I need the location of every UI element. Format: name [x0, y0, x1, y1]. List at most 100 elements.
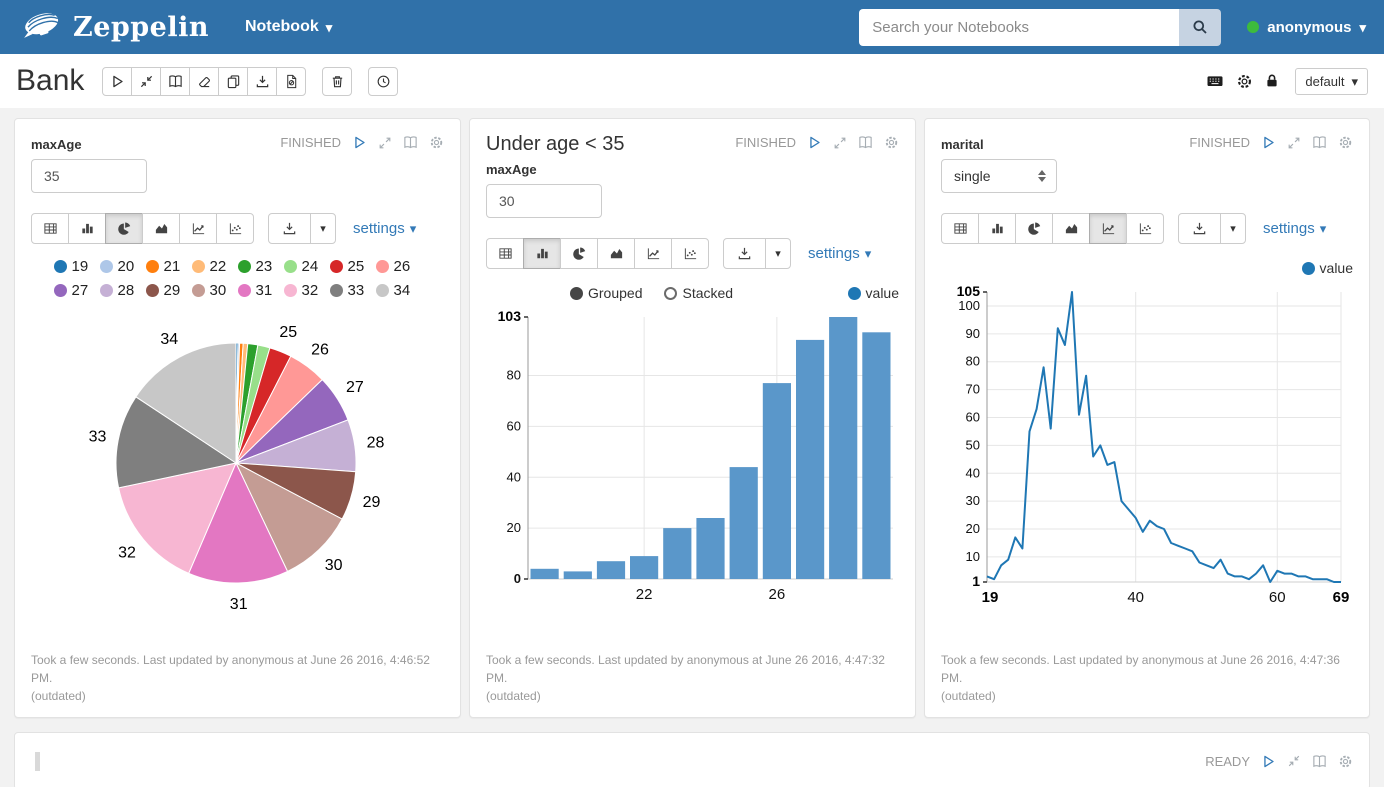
book-icon[interactable] — [403, 135, 418, 150]
legend-item-value[interactable]: value — [848, 285, 899, 301]
run-paragraph-button[interactable] — [352, 135, 367, 150]
run-all-button[interactable] — [102, 67, 132, 96]
chart-type-scatter-button[interactable] — [1126, 213, 1164, 244]
paragraph-empty-editor[interactable]: READY — [14, 732, 1370, 787]
chart-type-pie-button[interactable] — [105, 213, 143, 244]
maxage-input[interactable] — [486, 184, 602, 218]
legend-item-23[interactable]: 23 — [238, 258, 284, 275]
chart-type-line-button[interactable] — [634, 238, 672, 269]
download-button[interactable] — [723, 238, 766, 269]
maxage-input[interactable] — [31, 159, 147, 193]
legend-item-31[interactable]: 31 — [238, 282, 284, 299]
fullscreen-icon[interactable] — [378, 136, 392, 150]
gear-icon[interactable] — [884, 135, 899, 150]
chart-type-bar-button[interactable] — [978, 213, 1016, 244]
legend-item-22[interactable]: 22 — [192, 258, 238, 275]
download-caret-button[interactable]: ▾ — [1220, 213, 1246, 244]
legend-item-27[interactable]: 27 — [54, 282, 100, 299]
chart-type-line-button[interactable] — [1089, 213, 1127, 244]
chart-type-table-button[interactable] — [941, 213, 979, 244]
chart-type-table-button[interactable] — [31, 213, 69, 244]
chart-type-table-button[interactable] — [486, 238, 524, 269]
bar-27[interactable] — [796, 340, 824, 579]
stacked-radio[interactable]: Stacked — [664, 285, 733, 301]
bar-22[interactable] — [630, 556, 658, 579]
gear-icon[interactable] — [1338, 754, 1353, 769]
gear-icon[interactable] — [429, 135, 444, 150]
show-hide-code-button[interactable] — [160, 67, 190, 96]
download-button[interactable] — [1178, 213, 1221, 244]
bar-23[interactable] — [663, 528, 691, 579]
caret-down-icon: ▾ — [865, 247, 872, 260]
legend-item-30[interactable]: 30 — [192, 282, 238, 299]
bar-25[interactable] — [730, 467, 758, 579]
bar-21[interactable] — [597, 561, 625, 579]
download-caret-button[interactable]: ▾ — [310, 213, 336, 244]
chart-type-pie-button[interactable] — [560, 238, 598, 269]
chart-type-scatter-button[interactable] — [671, 238, 709, 269]
book-icon[interactable] — [1312, 754, 1327, 769]
book-icon[interactable] — [1312, 135, 1327, 150]
settings-toggle[interactable]: settings ▾ — [1263, 220, 1326, 237]
collapse-paragraphs-button[interactable] — [131, 67, 161, 96]
clone-note-button[interactable] — [218, 67, 248, 96]
bar-24[interactable] — [696, 518, 724, 579]
chart-type-scatter-button[interactable] — [216, 213, 254, 244]
settings-toggle[interactable]: settings ▾ — [353, 220, 416, 237]
download-caret-button[interactable]: ▾ — [765, 238, 791, 269]
search-button[interactable] — [1179, 9, 1221, 46]
remove-note-button[interactable] — [322, 67, 352, 96]
fullscreen-icon[interactable] — [1287, 136, 1301, 150]
version-control-button[interactable] — [276, 67, 306, 96]
legend-item-20[interactable]: 20 — [100, 258, 146, 275]
legend-item-34[interactable]: 34 — [376, 282, 422, 299]
pie-legend: 1920212223242526 2728293031323334 — [31, 258, 444, 299]
bar-28[interactable] — [829, 317, 857, 579]
bar-29[interactable] — [862, 332, 890, 579]
zeppelin-home-link[interactable]: Zeppelin — [18, 11, 209, 43]
shortcuts-keyboard-icon[interactable] — [1205, 73, 1225, 89]
user-menu[interactable]: anonymous ▾ — [1247, 19, 1366, 36]
chart-type-bar-button[interactable] — [68, 213, 106, 244]
marital-select[interactable]: single — [941, 159, 1057, 193]
interpreter-gear-icon[interactable] — [1236, 73, 1253, 90]
legend-item-32[interactable]: 32 — [284, 282, 330, 299]
bar-20[interactable] — [564, 571, 592, 579]
chart-type-area-button[interactable] — [597, 238, 635, 269]
legend-item-29[interactable]: 29 — [146, 282, 192, 299]
bar-26[interactable] — [763, 383, 791, 579]
legend-item-21[interactable]: 21 — [146, 258, 192, 275]
fullscreen-icon[interactable] — [833, 136, 847, 150]
legend-item-value[interactable]: value — [1302, 260, 1353, 276]
chart-type-area-button[interactable] — [142, 213, 180, 244]
menu-notebook[interactable]: Notebook ▾ — [245, 18, 332, 36]
legend-item-19[interactable]: 19 — [54, 258, 100, 275]
export-note-button[interactable] — [247, 67, 277, 96]
schedule-note-button[interactable] — [368, 67, 398, 96]
run-paragraph-button[interactable] — [807, 135, 822, 150]
gear-icon[interactable] — [1338, 135, 1353, 150]
chart-type-pie-button[interactable] — [1015, 213, 1053, 244]
legend-item-33[interactable]: 33 — [330, 282, 376, 299]
chart-type-bar-button[interactable] — [523, 238, 561, 269]
run-paragraph-button[interactable] — [1261, 754, 1276, 769]
chart-type-line-button[interactable] — [179, 213, 217, 244]
legend-item-28[interactable]: 28 — [100, 282, 146, 299]
chart-type-area-button[interactable] — [1052, 213, 1090, 244]
bar-19[interactable] — [531, 569, 559, 579]
line-chart-icon — [1101, 221, 1116, 236]
download-button[interactable] — [268, 213, 311, 244]
book-icon[interactable] — [858, 135, 873, 150]
legend-item-25[interactable]: 25 — [330, 258, 376, 275]
interpreter-binding-select[interactable]: default ▾ — [1295, 68, 1368, 95]
grouped-radio[interactable]: Grouped — [570, 285, 642, 301]
run-paragraph-button[interactable] — [1261, 135, 1276, 150]
compress-icon[interactable] — [1287, 754, 1301, 768]
search-input[interactable] — [859, 9, 1179, 46]
permissions-lock-icon[interactable] — [1264, 73, 1280, 89]
clear-output-button[interactable] — [189, 67, 219, 96]
legend-item-26[interactable]: 26 — [376, 258, 422, 275]
download-icon — [737, 246, 752, 261]
legend-item-24[interactable]: 24 — [284, 258, 330, 275]
settings-toggle[interactable]: settings ▾ — [808, 245, 871, 262]
